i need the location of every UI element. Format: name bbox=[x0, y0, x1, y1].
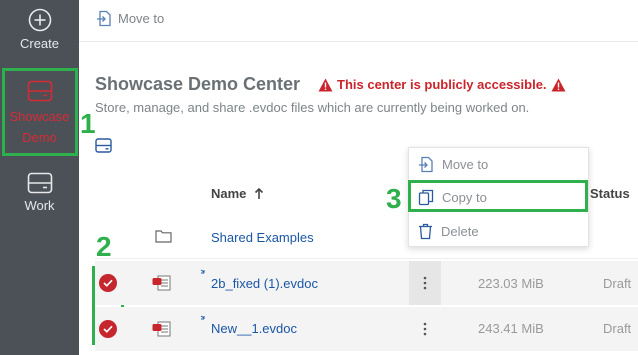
annotation-number: 3 bbox=[386, 183, 402, 214]
menu-item-copy-to[interactable]: Copy to bbox=[409, 181, 590, 213]
table-row[interactable]: 2b_fixed (1).evdoc 223.03 MiB Draft bbox=[95, 261, 638, 305]
sidebar-item-work[interactable]: Work bbox=[0, 172, 79, 227]
file-name-link[interactable]: New__1.evdoc bbox=[211, 321, 297, 336]
menu-item-delete[interactable]: Delete bbox=[409, 215, 590, 247]
column-header-label: Name bbox=[211, 186, 247, 201]
menu-item-move-to[interactable]: Move to bbox=[409, 148, 590, 180]
column-header-status[interactable]: Status bbox=[590, 186, 630, 201]
menu-item-label: Copy to bbox=[442, 189, 487, 205]
row-checkbox[interactable] bbox=[99, 274, 117, 292]
sidebar-item-showcase-demo[interactable]: Showcase Demo bbox=[0, 70, 79, 156]
spinner-icon bbox=[200, 315, 205, 320]
file-name-link[interactable]: 2b_fixed (1).evdoc bbox=[211, 276, 318, 291]
file-size: 223.03 MiB bbox=[478, 276, 544, 291]
file-status: Draft bbox=[603, 321, 632, 336]
kebab-menu-icon bbox=[423, 276, 427, 290]
evdoc-file-icon bbox=[152, 321, 171, 337]
page-title: Showcase Demo Center bbox=[95, 74, 301, 94]
move-to-label: Move to bbox=[118, 11, 165, 26]
file-name-link[interactable]: Shared Examples bbox=[211, 230, 314, 245]
more-actions-button[interactable] bbox=[409, 261, 441, 305]
check-icon bbox=[103, 325, 113, 333]
move-to-icon bbox=[97, 10, 111, 27]
table-row[interactable]: New__1.evdoc 243.41 MiB Draft bbox=[95, 307, 638, 351]
sort-arrow-up-icon bbox=[255, 187, 264, 199]
drive-icon bbox=[27, 80, 52, 102]
context-menu: Move to Copy to Delete bbox=[408, 147, 589, 247]
trash-icon bbox=[419, 223, 432, 239]
warning-icon bbox=[551, 78, 566, 91]
kebab-menu-icon bbox=[423, 322, 427, 336]
warning-icon bbox=[318, 78, 333, 91]
evdoc-file-icon bbox=[152, 275, 171, 291]
copy-icon bbox=[418, 189, 434, 205]
sidebar-item-label: Create bbox=[19, 36, 60, 51]
sidebar-item-create[interactable]: Create bbox=[0, 8, 79, 63]
more-actions-button[interactable] bbox=[409, 307, 441, 351]
drive-icon[interactable] bbox=[95, 138, 112, 153]
folder-icon bbox=[155, 230, 172, 243]
row-checkbox[interactable] bbox=[99, 320, 117, 338]
drive-icon bbox=[27, 172, 52, 194]
column-header-name[interactable]: Name bbox=[211, 186, 264, 201]
file-size: 243.41 MiB bbox=[478, 321, 544, 336]
sidebar-item-label: Work bbox=[24, 198, 55, 213]
menu-item-label: Move to bbox=[442, 156, 489, 172]
annotation-number: 1 bbox=[80, 108, 96, 139]
plus-circle-icon bbox=[28, 8, 51, 32]
move-to-button[interactable]: Move to bbox=[96, 10, 164, 27]
warning-text: This center is publicly accessible. bbox=[337, 77, 547, 92]
spinner-icon bbox=[200, 269, 205, 274]
toolbar: Move to bbox=[79, 0, 638, 42]
page-subtitle: Store, manage, and share .evdoc files wh… bbox=[95, 100, 530, 115]
sidebar-item-label: Showcase Demo bbox=[9, 109, 70, 145]
file-status: Draft bbox=[603, 276, 632, 291]
public-warning: This center is publicly accessible. bbox=[318, 77, 566, 92]
sidebar: Create Showcase Demo Work bbox=[0, 0, 79, 355]
menu-item-label: Delete bbox=[441, 223, 479, 239]
check-icon bbox=[103, 279, 113, 287]
move-to-icon bbox=[419, 156, 433, 172]
